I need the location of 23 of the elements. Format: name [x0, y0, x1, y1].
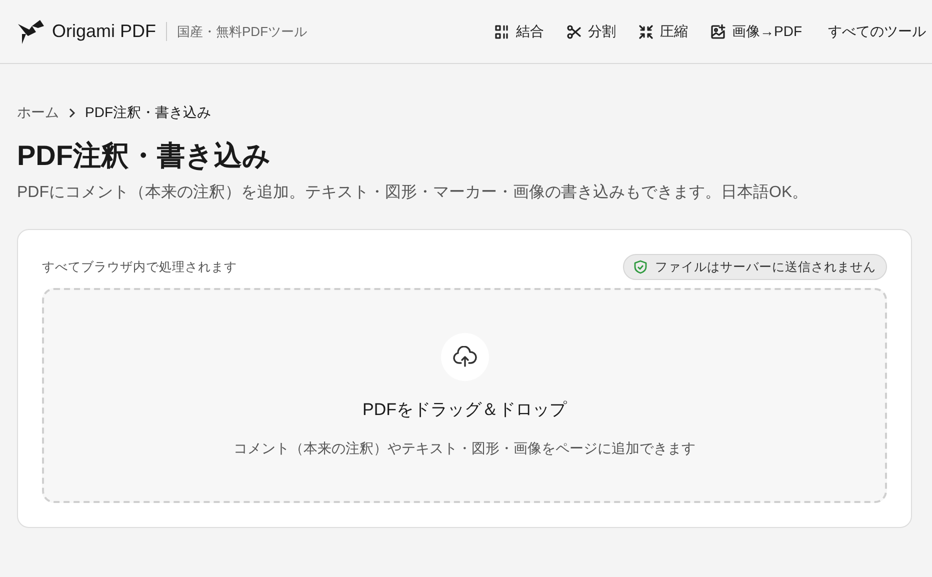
nav-link[interactable]: 結合 — [494, 21, 544, 42]
brand-name[interactable]: Origami PDF — [52, 18, 156, 45]
breadcrumb-current: PDF注釈・書き込み — [85, 103, 211, 122]
image-add-icon — [710, 24, 726, 40]
page-description: PDFにコメント（本来の注釈）を追加。テキスト・図形・マーカー・画像の書き込みもできます。日本語OK。 — [17, 182, 810, 203]
chevron-icon — [67, 108, 77, 118]
shield-check-icon — [634, 260, 647, 274]
nav-link[interactable]: 分割 — [566, 21, 616, 42]
privacy-note: すべてブラウザ内で処理されます — [42, 258, 237, 276]
breadcrumb-link[interactable]: ホーム — [17, 102, 59, 123]
tagline: 国産・無料PDFツール — [166, 22, 308, 42]
scissors-icon — [566, 24, 582, 40]
drop-hint: コメント（本来の注釈）やテキスト・図形・画像をページに追加できます — [234, 439, 696, 458]
logo-icon[interactable] — [18, 20, 44, 44]
drop-title: PDFをドラッグ＆ドロップ — [362, 398, 566, 421]
nav-link[interactable]: 画像→PDF — [710, 21, 802, 42]
privacy-badge: ファイルはサーバーに送信されません — [623, 254, 887, 280]
page-title: PDF注釈・書き込み — [17, 139, 272, 173]
drop-zone[interactable]: PDFをドラッグ＆ドロップ コメント（本来の注釈）やテキスト・図形・画像をページに追加できます — [42, 288, 887, 504]
nav-link[interactable]: すべてのツール — [828, 21, 926, 42]
nav-link[interactable]: 圧縮 — [638, 21, 688, 42]
compress-icon — [638, 24, 654, 40]
merge-icon — [494, 24, 510, 40]
